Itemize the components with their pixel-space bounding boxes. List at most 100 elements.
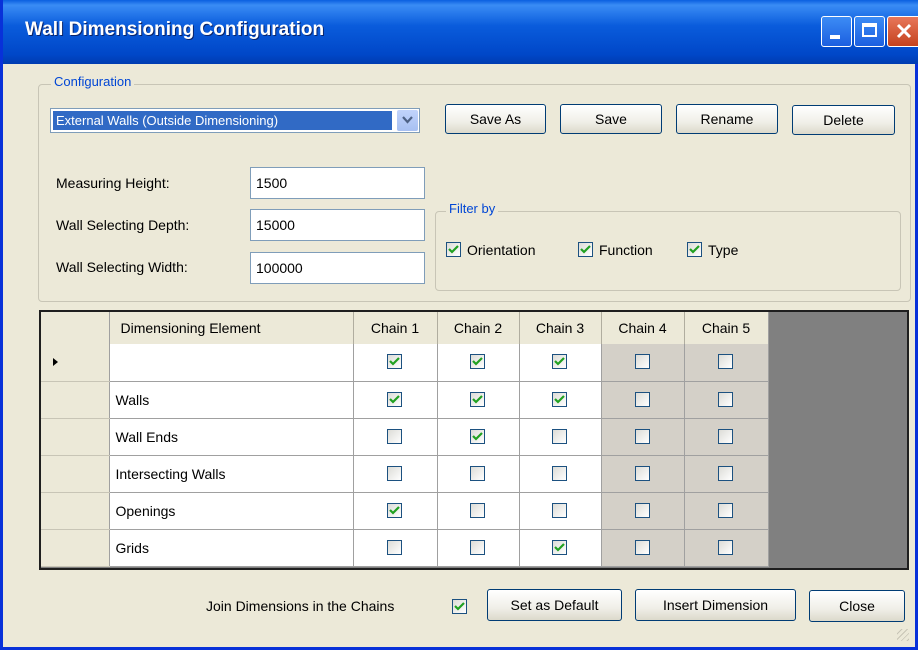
chain-3-checkbox[interactable] [552, 502, 567, 518]
configuration-dropdown[interactable]: External Walls (Outside Dimensioning) [50, 108, 420, 133]
chain-4-checkbox[interactable] [634, 354, 650, 370]
element-name-cell[interactable]: Walls [109, 381, 354, 419]
chain-1-cell[interactable] [353, 529, 438, 567]
wall-selecting-width-input[interactable] [250, 252, 425, 284]
column-header-chain-4[interactable]: Chain 4 [600, 312, 684, 344]
minimize-button[interactable] [821, 16, 852, 47]
close-window-button[interactable] [887, 16, 918, 47]
chain-4-cell[interactable] [601, 381, 685, 419]
chain-5-checkbox[interactable] [718, 502, 733, 518]
chain-4-cell[interactable] [601, 492, 685, 530]
chain-3-checkbox[interactable] [552, 539, 567, 555]
chain-2-cell[interactable] [437, 492, 520, 530]
chain-4-cell[interactable] [601, 529, 685, 567]
chain-2-cell[interactable] [437, 455, 520, 493]
chain-5-checkbox[interactable] [718, 354, 733, 370]
row-header[interactable] [41, 381, 110, 419]
chain-1-checkbox[interactable] [387, 428, 402, 444]
chain-1-cell[interactable] [353, 455, 438, 493]
chain-5-cell[interactable] [684, 455, 769, 493]
element-name-cell[interactable]: Grids [109, 529, 354, 567]
chain-4-checkbox[interactable] [634, 391, 650, 407]
chain-1-checkbox[interactable] [387, 391, 402, 407]
chain-1-cell[interactable] [353, 492, 438, 530]
chain-2-checkbox[interactable] [470, 428, 485, 444]
chain-5-cell[interactable] [684, 492, 769, 530]
chain-3-checkbox[interactable] [552, 428, 567, 444]
chain-3-cell[interactable] [519, 381, 602, 419]
row-header[interactable] [41, 529, 110, 567]
chain-3-checkbox[interactable] [552, 354, 567, 370]
save-button[interactable]: Save [560, 104, 662, 134]
chain-4-cell[interactable] [601, 418, 685, 456]
chain-4-cell[interactable] [601, 344, 685, 382]
filter-type-checkbox[interactable] [687, 242, 702, 257]
table-row[interactable]: Walls [41, 381, 769, 419]
chain-2-cell[interactable] [437, 344, 520, 382]
row-header[interactable] [41, 418, 110, 456]
element-name-cell[interactable]: Intersecting Walls [109, 455, 354, 493]
set-as-default-button[interactable]: Set as Default [487, 589, 622, 621]
wall-selecting-depth-input[interactable] [250, 209, 425, 241]
chain-2-cell[interactable] [437, 381, 520, 419]
chain-3-cell[interactable] [519, 492, 602, 530]
table-row[interactable]: Grids [41, 529, 769, 567]
chain-4-checkbox[interactable] [634, 465, 650, 481]
column-header-chain-2[interactable]: Chain 2 [436, 312, 519, 344]
rename-button[interactable]: Rename [676, 104, 778, 134]
chain-2-cell[interactable] [437, 418, 520, 456]
chain-2-checkbox[interactable] [470, 502, 485, 518]
save-as-button[interactable]: Save As [445, 104, 546, 134]
dimensioning-grid[interactable]: Dimensioning Element Chain 1 Chain 2 Cha… [39, 310, 909, 570]
chain-3-checkbox[interactable] [552, 465, 567, 481]
chain-5-checkbox[interactable] [718, 539, 733, 555]
delete-button[interactable]: Delete [792, 105, 895, 135]
chain-5-cell[interactable] [684, 344, 769, 382]
insert-dimension-button[interactable]: Insert Dimension [635, 589, 796, 621]
chain-4-cell[interactable] [601, 455, 685, 493]
chain-5-cell[interactable] [684, 381, 769, 419]
chain-3-cell[interactable] [519, 455, 602, 493]
column-header-chain-3[interactable]: Chain 3 [518, 312, 601, 344]
row-header[interactable] [41, 492, 110, 530]
filter-orientation-checkbox[interactable] [446, 242, 461, 257]
row-header[interactable] [41, 344, 110, 382]
chain-3-checkbox[interactable] [552, 391, 567, 407]
measuring-height-input[interactable] [250, 167, 425, 199]
maximize-button[interactable] [854, 16, 885, 47]
chain-3-cell[interactable] [519, 418, 602, 456]
column-header-element[interactable]: Dimensioning Element [109, 312, 353, 344]
chain-1-checkbox[interactable] [387, 465, 402, 481]
chain-5-checkbox[interactable] [718, 465, 733, 481]
close-button[interactable]: Close [809, 590, 905, 622]
chain-2-checkbox[interactable] [470, 354, 485, 370]
dropdown-button[interactable] [397, 110, 418, 131]
filter-function-checkbox[interactable] [578, 242, 593, 257]
chain-4-checkbox[interactable] [634, 502, 650, 518]
chain-1-cell[interactable] [353, 381, 438, 419]
table-row[interactable]: Openings [41, 492, 769, 530]
table-row[interactable]: Intersecting Walls [41, 455, 769, 493]
chain-3-cell[interactable] [519, 529, 602, 567]
table-row[interactable]: Wall Ends [41, 418, 769, 456]
chain-3-cell[interactable] [519, 344, 602, 382]
chain-1-checkbox[interactable] [387, 539, 402, 555]
element-name-cell[interactable]: Openings [109, 492, 354, 530]
resize-grip[interactable] [897, 629, 909, 641]
column-header-chain-5[interactable]: Chain 5 [683, 312, 769, 344]
chain-2-checkbox[interactable] [470, 391, 485, 407]
chain-5-checkbox[interactable] [718, 428, 733, 444]
column-header-chain-1[interactable]: Chain 1 [352, 312, 437, 344]
chain-1-checkbox[interactable] [387, 502, 402, 518]
chain-4-checkbox[interactable] [634, 539, 650, 555]
element-name-cell[interactable] [109, 344, 354, 382]
row-header[interactable] [41, 455, 110, 493]
chain-2-cell[interactable] [437, 529, 520, 567]
chain-5-cell[interactable] [684, 529, 769, 567]
chain-2-checkbox[interactable] [470, 539, 485, 555]
chain-5-cell[interactable] [684, 418, 769, 456]
chain-1-cell[interactable] [353, 344, 438, 382]
chain-4-checkbox[interactable] [634, 428, 650, 444]
chain-1-checkbox[interactable] [387, 354, 402, 370]
chain-5-checkbox[interactable] [718, 391, 733, 407]
